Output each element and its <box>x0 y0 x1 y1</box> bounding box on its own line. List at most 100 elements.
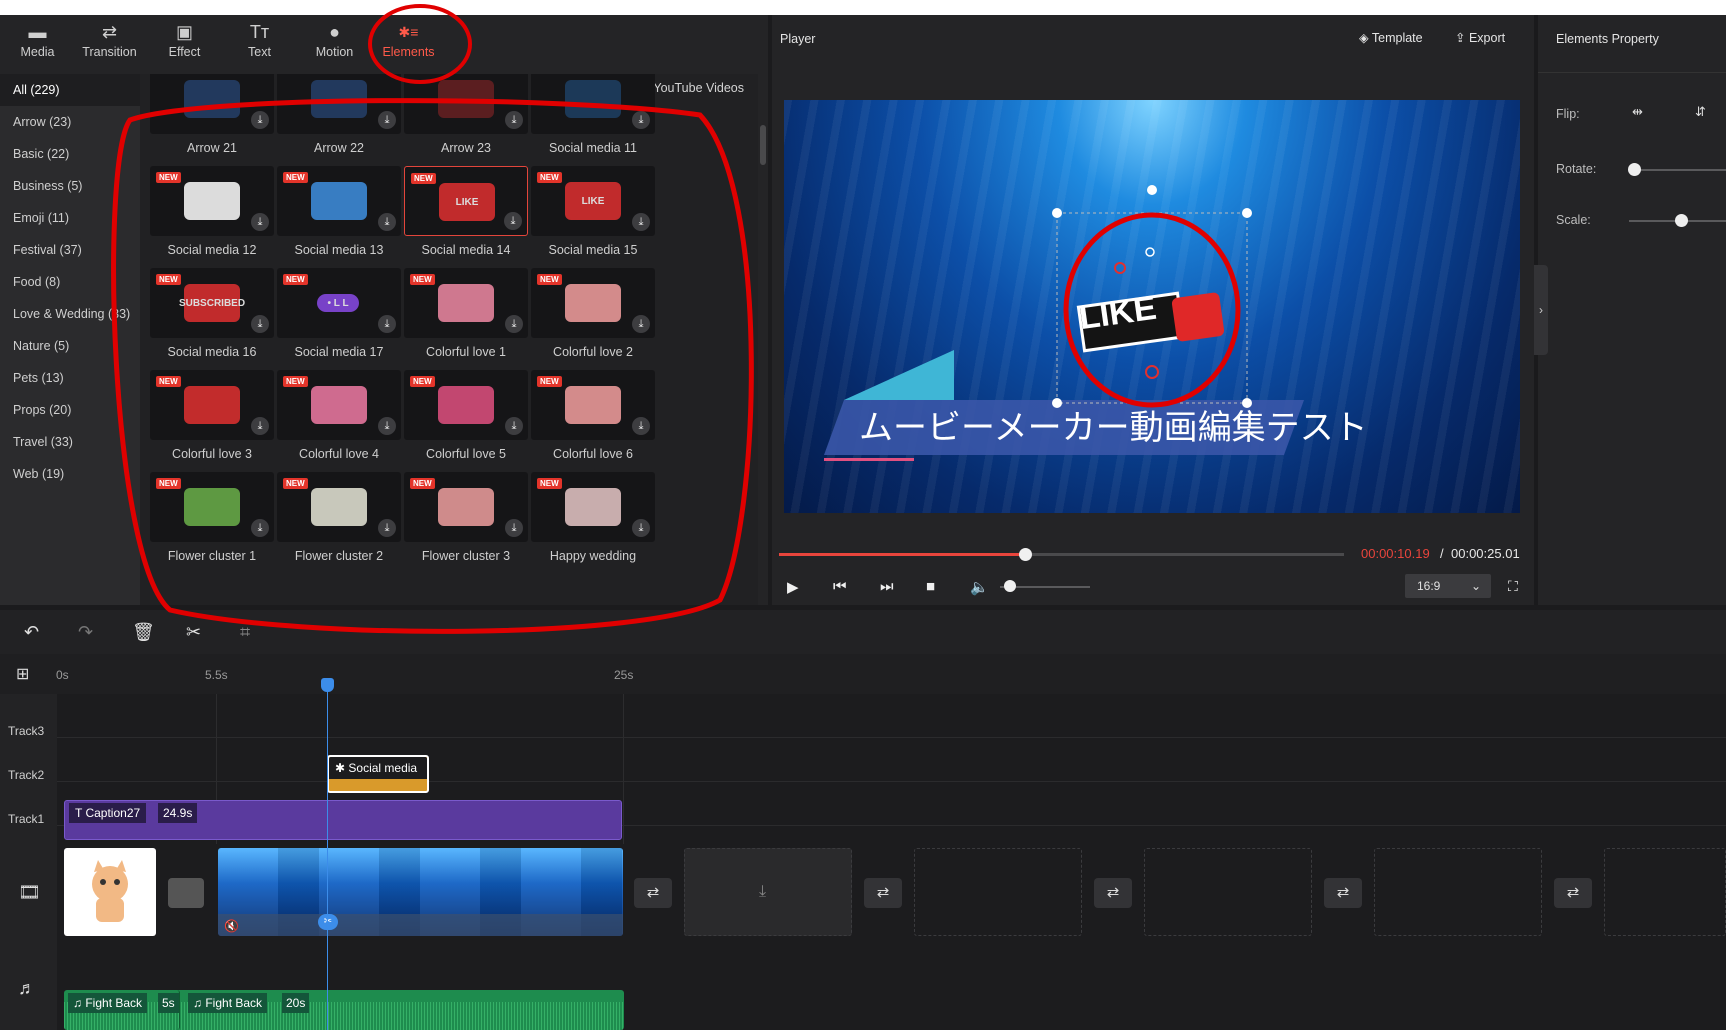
element-card[interactable]: NEW ⤓ <box>531 268 655 338</box>
download-icon[interactable]: ⤓ <box>378 315 396 333</box>
element-card[interactable]: NEW ⤓ <box>277 166 401 236</box>
transition-slot[interactable]: ⇄ <box>864 878 902 908</box>
transition-slot[interactable] <box>168 878 204 908</box>
download-icon[interactable]: ⤓ <box>378 111 396 129</box>
flip-vertical-icon[interactable]: ⇵ <box>1695 104 1706 120</box>
rotate-handle[interactable] <box>1147 185 1157 195</box>
tab-effect[interactable]: ▣ Effect <box>147 15 222 71</box>
empty-slot[interactable] <box>1144 848 1312 936</box>
download-icon[interactable]: ⤓ <box>505 417 523 435</box>
category-item[interactable]: Festival (37) <box>0 234 140 266</box>
transition-slot[interactable]: ⇄ <box>634 878 672 908</box>
template-button[interactable]: ◈ Template <box>1359 30 1423 45</box>
download-icon[interactable]: ⤓ <box>251 315 269 333</box>
category-item[interactable]: Emoji (11) <box>0 202 140 234</box>
audio-clip[interactable]: ♫ Fight Back 20s <box>188 990 328 1030</box>
track-row[interactable] <box>57 738 1726 782</box>
mute-icon[interactable]: 🔇 <box>224 919 239 933</box>
undo-icon[interactable]: ↶ <box>24 622 39 643</box>
category-item[interactable]: Nature (5) <box>0 330 140 362</box>
empty-slot[interactable] <box>914 848 1082 936</box>
scissors-icon[interactable]: ✂ <box>318 914 338 930</box>
delete-icon[interactable]: 🗑 <box>132 622 155 643</box>
download-icon[interactable]: ⤓ <box>632 213 650 231</box>
element-card[interactable]: ⤓ <box>404 74 528 134</box>
tab-motion[interactable]: ● Motion <box>297 15 372 71</box>
empty-slot[interactable]: ⤓ <box>684 848 852 936</box>
flip-horizontal-icon[interactable]: ⇹ <box>1632 104 1643 120</box>
progress-knob[interactable] <box>1019 548 1032 561</box>
download-icon[interactable]: ⤓ <box>251 417 269 435</box>
caption-clip[interactable]: T Caption27 24.9s <box>64 800 622 840</box>
category-item[interactable]: All (229) <box>0 74 140 106</box>
category-item[interactable]: Pets (13) <box>0 362 140 394</box>
rotate-knob[interactable] <box>1628 163 1641 176</box>
download-icon[interactable]: ⤓ <box>251 111 269 129</box>
download-icon[interactable]: ⤓ <box>378 213 396 231</box>
empty-slot[interactable] <box>1604 848 1726 936</box>
next-frame-icon[interactable]: ⏭ <box>880 578 894 595</box>
download-icon[interactable]: ⤓ <box>632 417 650 435</box>
crop-icon[interactable]: ⌗ <box>240 622 250 643</box>
element-card[interactable]: NEW ⤓ <box>404 472 528 542</box>
download-icon[interactable]: ⤓ <box>632 315 650 333</box>
playhead[interactable] <box>327 680 328 1030</box>
cut-icon[interactable]: ✂ <box>186 622 201 643</box>
category-item[interactable]: Love & Wedding (33) <box>0 298 140 330</box>
category-item[interactable]: Travel (33) <box>0 426 140 458</box>
scale-knob[interactable] <box>1675 214 1688 227</box>
download-icon[interactable]: ⤓ <box>505 519 523 537</box>
time-ruler[interactable] <box>0 654 1726 694</box>
resize-handle[interactable] <box>1052 208 1062 218</box>
download-icon[interactable]: ⤓ <box>251 519 269 537</box>
export-button[interactable]: ⇪ Export <box>1455 30 1505 45</box>
aspect-ratio-select[interactable]: 16:9 ⌄ <box>1405 574 1491 598</box>
transition-slot[interactable]: ⇄ <box>1554 878 1592 908</box>
element-card[interactable]: NEW LIKE ⤓ <box>404 166 528 236</box>
element-card[interactable]: NEW LIKE ⤓ <box>531 166 655 236</box>
category-item[interactable]: Arrow (23) <box>0 106 140 138</box>
tab-transition[interactable]: ⇄ Transition <box>72 15 147 71</box>
category-item[interactable]: Props (20) <box>0 394 140 426</box>
playhead-handle[interactable] <box>321 678 334 692</box>
download-icon[interactable]: ⤓ <box>504 212 522 230</box>
collapse-panel-handle[interactable]: › <box>1534 265 1548 355</box>
element-card[interactable]: ⤓ <box>277 74 401 134</box>
category-item[interactable]: Food (8) <box>0 266 140 298</box>
element-card[interactable]: NEW ⤓ <box>277 472 401 542</box>
grid-scrollbar[interactable] <box>760 125 766 165</box>
category-item[interactable]: Basic (22) <box>0 138 140 170</box>
element-clip[interactable]: ✱ Social media <box>327 755 429 793</box>
element-card[interactable]: ⤓ <box>150 74 274 134</box>
intro-thumbnail[interactable] <box>64 848 156 936</box>
element-card[interactable]: NEW ⤓ <box>150 370 274 440</box>
download-icon[interactable]: ⤓ <box>378 519 396 537</box>
category-item[interactable]: Business (5) <box>0 170 140 202</box>
transition-slot[interactable]: ⇄ <box>1094 878 1132 908</box>
element-card[interactable]: NEW ⤓ <box>531 370 655 440</box>
video-preview[interactable]: LIKE ムービーメーカー動画編集テスト <box>784 100 1520 513</box>
download-icon[interactable]: ⤓ <box>378 417 396 435</box>
video-clip[interactable]: 🔇 ✂ <box>218 848 623 936</box>
download-icon[interactable]: ⤓ <box>632 519 650 537</box>
element-card[interactable]: NEW ⤓ <box>404 370 528 440</box>
add-track-icon[interactable]: ⊞ <box>16 664 29 684</box>
stop-icon[interactable]: ■ <box>926 578 935 595</box>
element-card[interactable]: NEW ⤓ <box>277 370 401 440</box>
volume-icon[interactable]: 🔈 <box>970 578 989 596</box>
category-item[interactable]: Web (19) <box>0 458 140 490</box>
transition-slot[interactable]: ⇄ <box>1324 878 1362 908</box>
element-card[interactable]: NEW ⤓ <box>150 472 274 542</box>
element-card[interactable]: ⤓ <box>531 74 655 134</box>
tab-media[interactable]: ▬ Media <box>0 15 75 71</box>
play-icon[interactable]: ▶ <box>787 578 799 596</box>
track-row[interactable] <box>57 694 1726 738</box>
download-icon[interactable]: ⤓ <box>505 111 523 129</box>
previous-frame-icon[interactable]: ⏮ <box>833 578 847 595</box>
download-icon[interactable]: ⤓ <box>505 315 523 333</box>
audio-clip[interactable]: ♫ Fight Back 5s <box>64 990 180 1030</box>
download-icon[interactable]: ⤓ <box>632 111 650 129</box>
download-icon[interactable]: ⤓ <box>251 213 269 231</box>
element-card[interactable]: NEW ⤓ <box>531 472 655 542</box>
volume-knob[interactable] <box>1004 580 1016 592</box>
